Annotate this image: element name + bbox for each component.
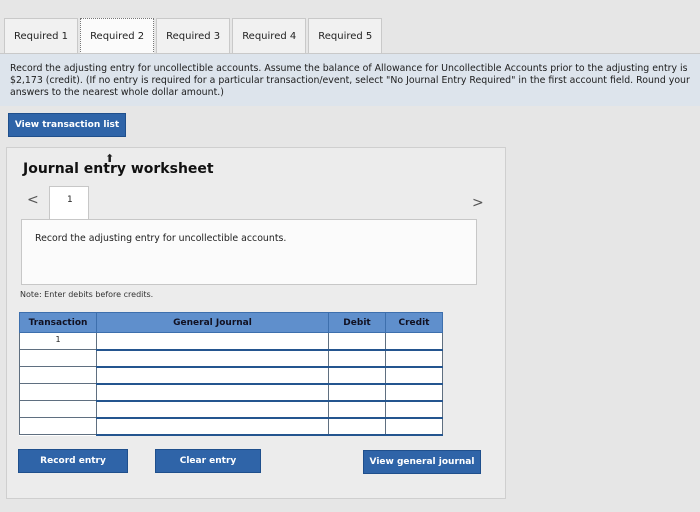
account-input[interactable] — [96, 332, 329, 351]
tab-required-3[interactable]: Required 3 — [156, 18, 231, 54]
journal-table: Transaction General Journal Debit Credit… — [19, 312, 443, 436]
account-input[interactable] — [96, 366, 329, 385]
view-general-journal-button[interactable]: View general journal — [363, 450, 481, 474]
tab-required-5[interactable]: Required 5 — [308, 18, 383, 54]
journal-table-header: Transaction General Journal Debit Credit — [19, 312, 443, 333]
transaction-cell — [19, 383, 97, 401]
worksheet-title: Journal entry worksheet — [23, 161, 214, 177]
table-row — [19, 366, 443, 385]
header-transaction: Transaction — [19, 312, 97, 333]
debit-input[interactable] — [328, 417, 386, 436]
debit-input[interactable] — [328, 366, 386, 385]
transaction-cell: 1 — [19, 332, 97, 350]
entry-description-box: Record the adjusting entry for uncollect… — [21, 219, 477, 285]
header-general-journal: General Journal — [96, 312, 329, 333]
transaction-cell — [19, 400, 97, 418]
credit-input[interactable] — [385, 366, 443, 385]
debit-input[interactable] — [328, 332, 386, 351]
credit-input[interactable] — [385, 400, 443, 419]
view-transaction-list-button[interactable]: View transaction list — [8, 113, 126, 137]
required-tabs: Required 1 Required 2 Required 3 Require… — [4, 18, 384, 54]
tab-required-4[interactable]: Required 4 — [232, 18, 307, 54]
account-input[interactable] — [96, 349, 329, 368]
debit-input[interactable] — [328, 349, 386, 368]
credit-input[interactable] — [385, 349, 443, 368]
credit-input[interactable] — [385, 417, 443, 436]
debit-input[interactable] — [328, 400, 386, 419]
mouse-cursor-icon: ⬆ — [105, 152, 115, 165]
instructions-text: Record the adjusting entry for uncollect… — [0, 54, 700, 106]
journal-entry-worksheet: Journal entry worksheet ⬆ < 1 > Record t… — [6, 147, 506, 499]
table-row — [19, 400, 443, 419]
table-row: 1 — [19, 332, 443, 351]
tab-required-2[interactable]: Required 2 — [80, 18, 155, 54]
header-debit: Debit — [328, 312, 386, 333]
entry-page-tab-1[interactable]: 1 — [49, 186, 89, 220]
header-credit: Credit — [385, 312, 443, 333]
debits-credits-note: Note: Enter debits before credits. — [20, 290, 154, 299]
debit-input[interactable] — [328, 383, 386, 402]
next-entry-chevron-icon[interactable]: > — [472, 195, 484, 211]
account-input[interactable] — [96, 400, 329, 419]
transaction-cell — [19, 417, 97, 435]
account-input[interactable] — [96, 417, 329, 436]
tab-required-1[interactable]: Required 1 — [4, 18, 79, 54]
transaction-cell — [19, 366, 97, 384]
previous-entry-chevron-icon[interactable]: < — [27, 192, 39, 208]
clear-entry-button[interactable]: Clear entry — [155, 449, 261, 473]
entry-description: Record the adjusting entry for uncollect… — [35, 233, 287, 244]
table-row — [19, 349, 443, 368]
credit-input[interactable] — [385, 332, 443, 351]
account-input[interactable] — [96, 383, 329, 402]
transaction-cell — [19, 349, 97, 367]
record-entry-button[interactable]: Record entry — [18, 449, 128, 473]
table-row — [19, 417, 443, 436]
credit-input[interactable] — [385, 383, 443, 402]
table-row — [19, 383, 443, 402]
